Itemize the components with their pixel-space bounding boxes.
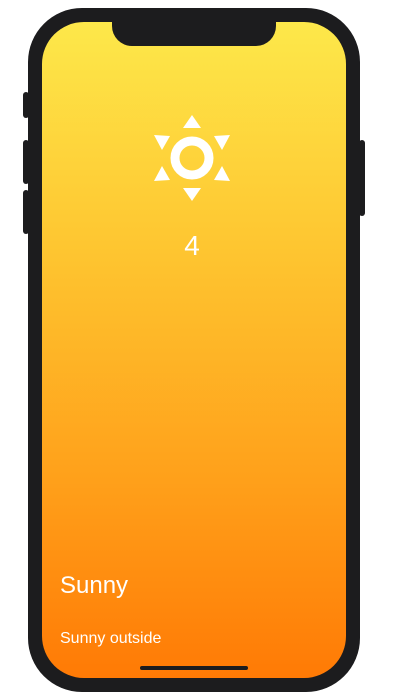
condition-title: Sunny — [60, 572, 129, 599]
condition-description: Sunny outside — [60, 630, 162, 647]
weather-screen: 4 Sunny Sunny outside — [42, 22, 346, 678]
sun-icon — [154, 114, 230, 202]
notch — [112, 22, 276, 46]
home-indicator[interactable] — [140, 666, 248, 670]
temperature-value: 4 — [184, 230, 200, 261]
device-stage: 4 Sunny Sunny outside — [0, 0, 400, 696]
